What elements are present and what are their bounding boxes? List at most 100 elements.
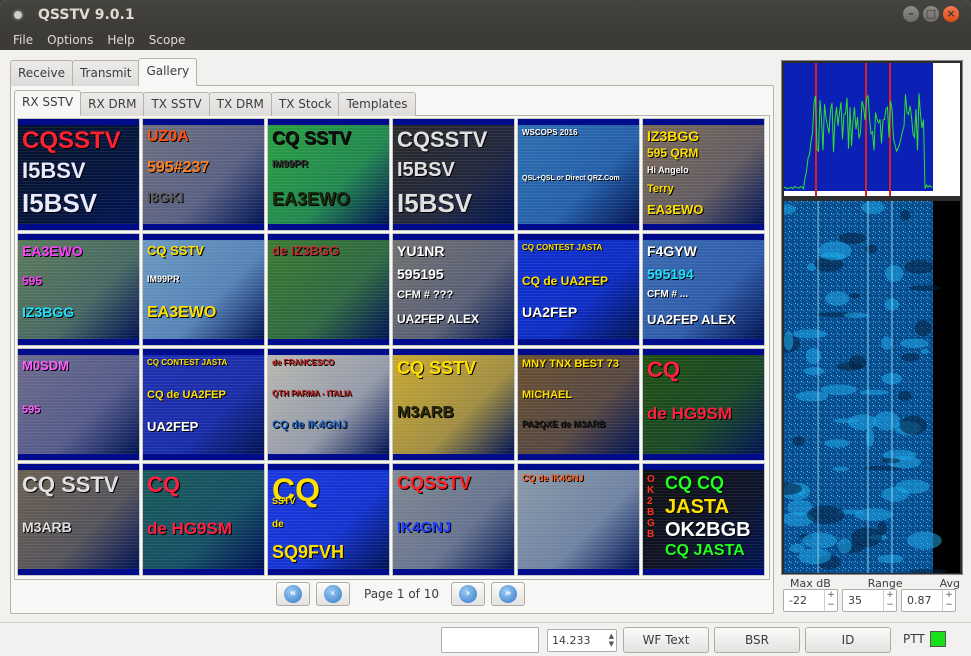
tab-tx-stock[interactable]: TX Stock — [270, 92, 340, 116]
range-value: 35 — [848, 594, 862, 607]
gallery-thumbnail[interactable]: CQ SSTV M3ARB — [392, 348, 515, 461]
gallery-thumbnail[interactable]: CQ de HG9SM — [642, 348, 765, 461]
image-text: CQ — [647, 357, 680, 382]
image-border — [143, 454, 264, 460]
last-page-button[interactable]: » — [490, 582, 525, 606]
image-text: I5BSV — [397, 158, 455, 181]
menu-options[interactable]: Options — [40, 33, 100, 47]
sstv-image: CQ SSTV M3ARB — [18, 470, 139, 569]
maximize-icon[interactable]: □ — [923, 6, 939, 22]
gallery-thumbnail[interactable]: CQ CONTEST JASTA CQ de UA2FEP UA2FEP — [142, 348, 265, 461]
gallery-thumbnail[interactable]: WSCOPS 2016 QSL+QSL or Direct QRZ.Com — [517, 118, 640, 231]
qsstv-window: QSSTV 9.0.1 – □ × File Options Help Scop… — [0, 0, 971, 656]
gallery-thumbnail[interactable]: YU1NR 595195 CFM # ??? UA2FEP ALEX — [392, 233, 515, 346]
tab-receive[interactable]: Receive — [10, 60, 73, 86]
sstv-image: CQ SSTV M3ARB — [393, 355, 514, 454]
sstv-image: de IZ3BGG — [268, 240, 389, 339]
menu-scope[interactable]: Scope — [142, 33, 193, 47]
image-text: F4GYW — [647, 243, 697, 259]
gallery-thumbnail[interactable]: CQ de HG9SM — [142, 463, 265, 576]
image-text: IM99PR — [272, 158, 309, 170]
image-border — [518, 339, 639, 345]
wf-text-button[interactable]: WF Text — [623, 627, 709, 653]
tab-rx-drm[interactable]: RX DRM — [80, 92, 145, 116]
image-border — [393, 569, 514, 575]
image-text: OK2BGB — [665, 519, 751, 541]
tab-transmit[interactable]: Transmit — [71, 60, 140, 86]
frequency-spinbox[interactable]: 14.233 ▲ ▼ — [547, 629, 617, 652]
spin-arrows-icon[interactable]: + − — [883, 590, 896, 611]
gallery-thumbnail[interactable]: CQ SSTV IM99PR EA3EWO — [142, 233, 265, 346]
image-border — [393, 454, 514, 460]
image-text: M3ARB — [397, 404, 454, 421]
image-text: de FRANCESCO — [272, 358, 335, 367]
gallery-thumbnail[interactable]: M0SDM 595 — [17, 348, 140, 461]
close-icon[interactable]: × — [943, 6, 959, 22]
gallery-thumbnail[interactable]: IZ3BGG 595 QRM Hi Angelo Terry EA3EWO — [642, 118, 765, 231]
gallery-thumbnail[interactable]: EA3EWO 595 IZ3BGG — [17, 233, 140, 346]
image-text: OK2BGB — [647, 474, 655, 540]
avg-value: 0.87 — [907, 594, 932, 607]
gallery-thumbnail[interactable]: de IZ3BGG — [267, 233, 390, 346]
gallery-thumbnail[interactable]: CQ CONTEST JASTA CQ de UA2FEP UA2FEP — [517, 233, 640, 346]
gallery-thumbnail[interactable]: MNY TNX BEST 73 MICHAEL PA2QXE de M3ARB — [517, 348, 640, 461]
sstv-image: CQ de HG9SM — [643, 355, 764, 454]
range-spinbox[interactable]: 35 + − — [842, 589, 897, 612]
image-text: QTH PARMA - ITALIA — [272, 388, 352, 398]
sstv-image: F4GYW 595194 CFM # ... UA2FEP ALEX — [643, 240, 764, 339]
gallery-thumbnail[interactable]: CQ de IK4GNJ — [517, 463, 640, 576]
minimize-icon[interactable]: – — [903, 6, 919, 22]
gallery-thumbnail[interactable]: UZ0A 595#237 I8GKI — [142, 118, 265, 231]
gallery-thumbnail[interactable]: CQ SSTV de SQ9FVH — [267, 463, 390, 576]
max-db-spinbox[interactable]: -22 + − — [783, 589, 838, 612]
sstv-image: CQ SSTV de SQ9FVH — [268, 470, 389, 569]
sstv-image: CQ de IK4GNJ — [518, 470, 639, 569]
image-text: EA3EWO — [147, 304, 217, 322]
image-text: JASTA — [665, 496, 730, 518]
image-text: WSCOPS 2016 — [522, 128, 578, 137]
tab-gallery[interactable]: Gallery — [138, 58, 198, 86]
menu-help[interactable]: Help — [100, 33, 141, 47]
image-text: UA2FEP — [147, 419, 199, 435]
bsr-button[interactable]: BSR — [714, 627, 800, 653]
avg-spinbox[interactable]: 0.87 + − — [901, 589, 956, 612]
menu-file[interactable]: File — [6, 33, 40, 47]
spin-arrows-icon[interactable]: + − — [942, 590, 955, 611]
gallery-thumbnail[interactable]: CQSSTV I5BSV I5BSV — [17, 118, 140, 231]
image-border — [643, 339, 764, 345]
gallery-pager: « ‹ Page 1 of 10 › » — [276, 582, 531, 606]
image-text: CQ SSTV — [147, 243, 205, 258]
spectrum-display[interactable] — [783, 63, 960, 196]
previous-page-button[interactable]: ‹ — [316, 582, 350, 606]
image-text: CQ CQ — [665, 473, 725, 493]
image-border — [518, 454, 639, 460]
tab-tx-sstv[interactable]: TX SSTV — [143, 92, 210, 116]
gallery-thumbnail[interactable]: de FRANCESCO QTH PARMA - ITALIA CQ de IK4G… — [267, 348, 390, 461]
image-text: UA2FEP ALEX — [647, 312, 736, 327]
spin-arrows-icon[interactable]: + − — [824, 590, 837, 611]
tab-templates[interactable]: Templates — [338, 92, 416, 116]
max-db-value: -22 — [789, 594, 807, 607]
id-button[interactable]: ID — [805, 627, 891, 653]
tab-tx-drm[interactable]: TX DRM — [208, 92, 272, 116]
image-border — [268, 339, 389, 345]
image-text: CQSSTV — [22, 127, 121, 154]
image-border — [393, 224, 514, 230]
image-border — [518, 224, 639, 230]
tab-rx-sstv[interactable]: RX SSTV — [14, 90, 82, 116]
gallery-thumbnail[interactable]: CQ SSTV IM99PR EA3EWO — [267, 118, 390, 231]
image-text: EA3EWO — [647, 201, 704, 217]
sstv-image: CQ SSTV IM99PR EA3EWO — [268, 125, 389, 224]
gallery-thumbnail[interactable]: CQSSTV I5BSV I5BSV — [392, 118, 515, 231]
image-border — [268, 569, 389, 575]
spin-arrows-icon[interactable]: ▲ ▼ — [609, 632, 614, 648]
gallery-thumbnail[interactable]: CQSSTV IK4GNJ — [392, 463, 515, 576]
gallery-thumbnail[interactable]: CQ CQ JASTA OK2BGB CQ JASTA OK2BGB — [642, 463, 765, 576]
gallery-thumbnail[interactable]: F4GYW 595194 CFM # ... UA2FEP ALEX — [642, 233, 765, 346]
waterfall-display[interactable] — [767, 201, 960, 574]
first-page-button[interactable]: « — [276, 582, 310, 606]
next-page-button[interactable]: › — [450, 582, 485, 606]
left-icon: ‹ — [324, 585, 342, 603]
image-text: Hi Angelo — [647, 164, 689, 175]
gallery-thumbnail[interactable]: CQ SSTV M3ARB — [17, 463, 140, 576]
